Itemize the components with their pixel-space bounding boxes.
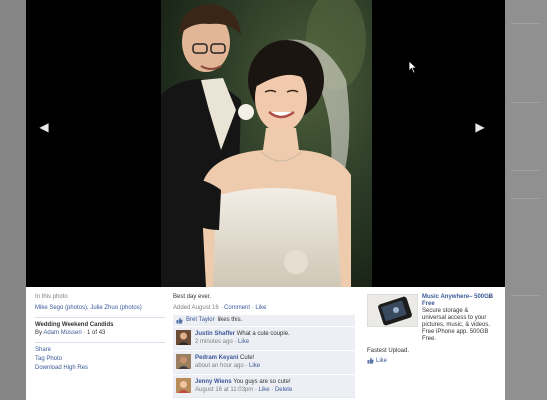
- comment-body: Jenny Wiens You guys are so cute! August…: [195, 378, 292, 394]
- comment-item: Pedram Keyani Cute! about an hour ago · …: [173, 351, 355, 374]
- phone-ad-image: [368, 295, 417, 326]
- tagged-people-links[interactable]: Mike Sego (photos), Julie Zhuo (photos): [35, 305, 165, 311]
- album-title[interactable]: Wedding Weekend Candids: [35, 322, 165, 328]
- photo-caption: Best day ever.: [173, 294, 212, 300]
- album-by-prefix: By: [35, 330, 43, 336]
- comment-item: Justin Shaffer What a cute couple. 2 min…: [173, 327, 355, 350]
- ad-body: Secure storage & universal access to you…: [422, 308, 491, 342]
- background-divider: [511, 198, 539, 199]
- mouse-cursor-icon: [408, 60, 418, 74]
- comment-text: What a cute couple.: [236, 331, 290, 337]
- ad-subtitle: Fastest Upload.: [367, 348, 410, 354]
- comment-actions[interactable]: · Like: [245, 363, 260, 369]
- in-this-photo-label: In this photo: [35, 294, 68, 300]
- comment-actions[interactable]: · Like: [234, 339, 249, 345]
- comments-column: Best day ever. Added August 16 · Comment…: [173, 294, 355, 399]
- close-ad-icon[interactable]: ×: [488, 294, 492, 301]
- comment-author[interactable]: Pedram Keyani: [195, 355, 238, 361]
- photo-info-panel: In this photo Mike Sego (photos), Julie …: [26, 287, 505, 400]
- comment-item: Jenny Wiens You guys are so cute! August…: [173, 375, 355, 398]
- background-divider: [511, 170, 539, 171]
- album-owner-link[interactable]: Adam Mosseri: [43, 330, 81, 336]
- comment-author[interactable]: Justin Shaffer: [195, 331, 235, 337]
- comment-body: Justin Shaffer What a cute couple. 2 min…: [195, 330, 290, 346]
- comment-author[interactable]: Jenny Wiens: [195, 379, 232, 385]
- added-date: Added August 16 ·: [173, 305, 223, 311]
- next-photo-icon[interactable]: ▶: [472, 119, 488, 135]
- separator: ·: [251, 305, 254, 311]
- liker-name[interactable]: Bret Taylor: [186, 317, 215, 323]
- comment-time: August 16 at 11:03pm: [195, 387, 254, 393]
- thumbs-up-icon: [176, 316, 183, 324]
- thumbs-up-icon: [367, 357, 374, 364]
- ad-content: Music Anywhere– 500GB Free Secure storag…: [367, 294, 497, 343]
- comment-link[interactable]: Comment: [224, 305, 250, 311]
- likes-suffix: likes this.: [217, 317, 243, 323]
- background-divider: [511, 102, 539, 103]
- tag-photo-link[interactable]: Tag Photo: [35, 356, 165, 362]
- background-divider: [511, 23, 539, 24]
- ad-like-label: Like: [376, 357, 388, 364]
- comment-text: Cute!: [240, 355, 255, 361]
- divider: [35, 317, 165, 318]
- ad-title[interactable]: Music Anywhere– 500GB Free: [422, 294, 494, 308]
- ad-image[interactable]: [367, 294, 418, 327]
- ad-like-button[interactable]: Like: [367, 357, 497, 364]
- comment-actions[interactable]: · Like · Delete: [255, 387, 292, 393]
- background-right-column: [505, 0, 547, 400]
- wedding-photo-image: [161, 0, 372, 287]
- added-line: Added August 16 · Comment · Like: [173, 305, 355, 311]
- album-byline: By Adam Mosseri · 1 of 43: [35, 330, 165, 336]
- background-left-edge: [0, 0, 26, 400]
- comment-text: You guys are so cute!: [233, 379, 291, 385]
- comment-time: 2 minutes ago: [195, 339, 233, 345]
- photo-details-column: In this photo Mike Sego (photos), Julie …: [35, 294, 165, 374]
- divider: [35, 342, 165, 343]
- avatar[interactable]: [176, 330, 191, 345]
- comment-body: Pedram Keyani Cute! about an hour ago · …: [195, 354, 260, 370]
- sponsored-ad: × Music Anywhere– 500GB Free Secure stor…: [367, 294, 497, 364]
- previous-photo-icon[interactable]: ◀: [36, 119, 52, 135]
- share-link[interactable]: Share: [35, 347, 165, 353]
- like-link[interactable]: Like: [255, 305, 266, 311]
- background-divider: [511, 295, 539, 296]
- avatar[interactable]: [176, 378, 191, 393]
- photo-lightbox: ◀ ▶ In this photo Mike Sego (photos), Ju…: [26, 0, 505, 400]
- ad-text: Music Anywhere– 500GB Free Secure storag…: [422, 294, 494, 343]
- avatar[interactable]: [176, 354, 191, 369]
- wedding-photo[interactable]: [161, 0, 372, 287]
- comment-time: about an hour ago: [195, 363, 244, 369]
- download-high-res-link[interactable]: Download High Res: [35, 365, 165, 371]
- album-position: · 1 of 43: [83, 330, 106, 336]
- photo-stage[interactable]: ◀ ▶: [26, 0, 505, 287]
- likes-box: Bret Taylor likes this.: [173, 315, 355, 326]
